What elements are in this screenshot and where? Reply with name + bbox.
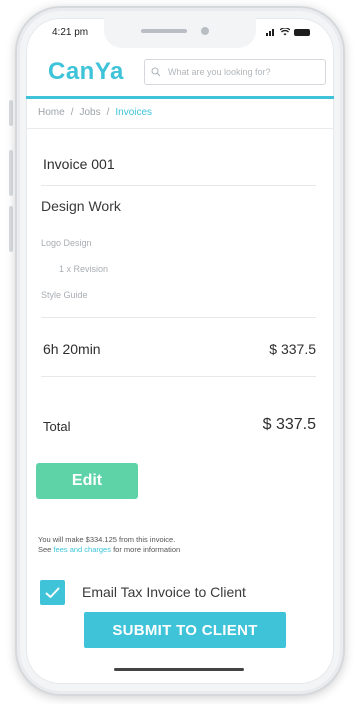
job-title: Design Work [41, 198, 121, 214]
canya-logo[interactable]: CanYa [48, 58, 124, 86]
email-invoice-label[interactable]: Email Tax Invoice to Client [82, 584, 246, 600]
divider [26, 128, 334, 129]
home-indicator [114, 668, 244, 671]
line-item: 1 x Revision [59, 264, 109, 274]
phone-side-button [9, 100, 13, 126]
screenshot-stage: 4:21 pm CanYa What are you looking for? … [0, 0, 360, 704]
front-camera [201, 27, 209, 35]
search-box[interactable] [144, 59, 326, 85]
earnings-text: You will make $334.125 from this invoice… [38, 535, 176, 544]
breadcrumb-home[interactable]: Home [38, 107, 65, 118]
breadcrumb-jobs[interactable]: Jobs [79, 107, 100, 118]
total-label: Total [43, 419, 71, 434]
speaker-grille [141, 29, 187, 33]
phone-notch [104, 18, 256, 48]
phone-side-button [9, 150, 13, 196]
wifi-icon [280, 28, 290, 36]
divider [41, 185, 316, 186]
breadcrumb-invoices[interactable]: Invoices [115, 107, 152, 118]
search-icon [151, 67, 161, 77]
invoice-title: Invoice 001 [43, 156, 115, 172]
fees-text: See fees and charges for more informatio… [38, 545, 180, 555]
search-input[interactable] [166, 66, 320, 78]
divider [41, 317, 316, 318]
breadcrumb-separator: / [70, 107, 74, 118]
email-invoice-checkbox[interactable] [40, 580, 65, 605]
fees-suffix: for more information [110, 545, 181, 554]
breadcrumb-separator: / [106, 107, 110, 118]
fees-and-charges-link[interactable]: fees and charges [53, 545, 111, 554]
hours-amount: $ 337.5 [269, 341, 316, 357]
app-header: CanYa [26, 56, 334, 99]
signal-icon [266, 29, 274, 36]
status-time: 4:21 pm [52, 27, 89, 38]
phone-screen: 4:21 pm CanYa What are you looking for? … [26, 18, 334, 684]
earnings-note: You will make $334.125 from this invoice… [38, 535, 180, 555]
status-icons [266, 28, 310, 36]
breadcrumb: Home / Jobs / Invoices [38, 107, 152, 118]
phone-side-button [9, 206, 13, 252]
line-item: Style Guide [41, 290, 88, 300]
checkmark-icon [45, 587, 60, 598]
submit-to-client-button[interactable]: SUBMIT TO CLIENT [84, 612, 286, 648]
fees-prefix: See [38, 545, 54, 554]
line-item: Logo Design [41, 238, 92, 248]
hours-worked: 6h 20min [43, 341, 101, 357]
total-amount: $ 337.5 [262, 416, 316, 433]
divider [41, 376, 316, 377]
edit-button[interactable]: Edit [36, 463, 138, 499]
battery-icon [294, 28, 310, 36]
